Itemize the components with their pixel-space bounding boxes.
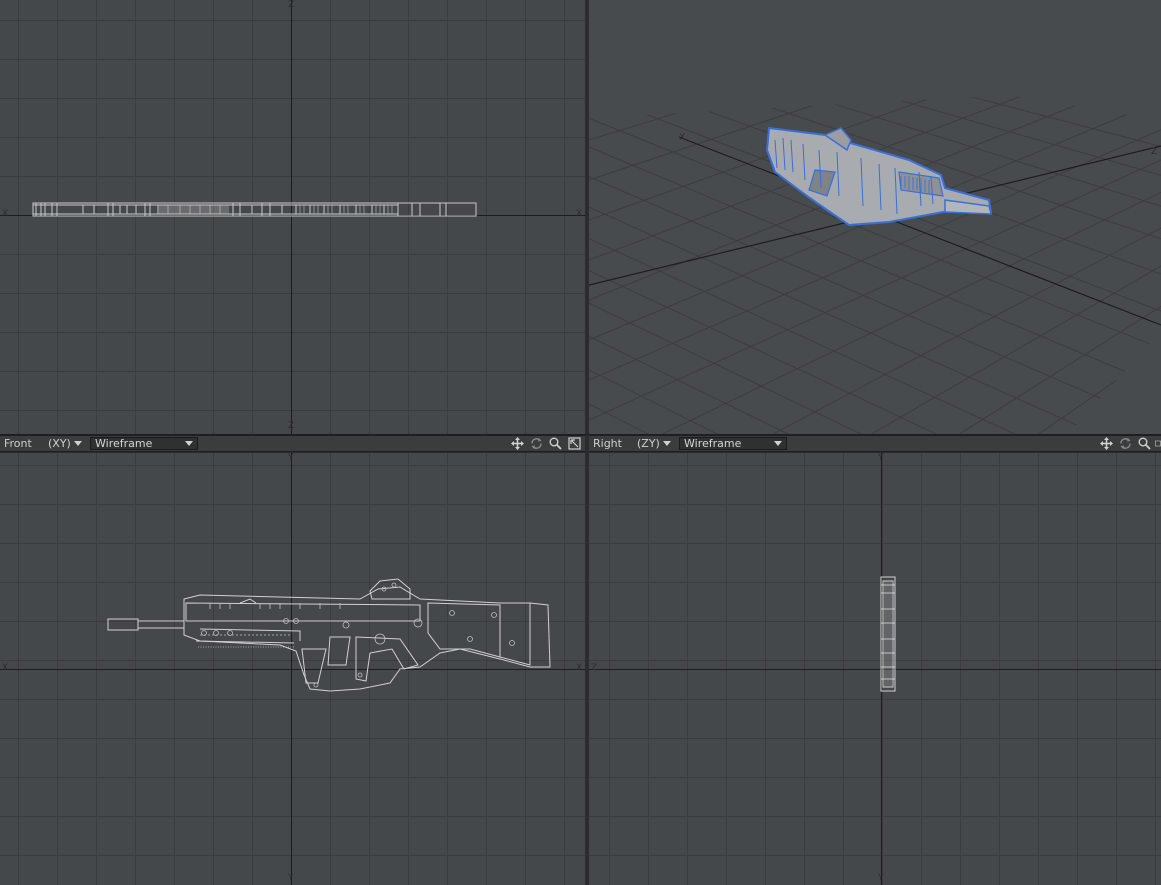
model-top-wireframe xyxy=(32,202,477,217)
axis-label-z: Z xyxy=(1151,147,1157,157)
render-mode-dropdown[interactable]: Wireframe xyxy=(679,437,787,450)
view-axis-dropdown[interactable]: (ZY) xyxy=(637,437,673,450)
zoom-icon[interactable] xyxy=(1136,436,1153,451)
chevron-down-icon xyxy=(73,441,82,446)
viewport-perspective[interactable]: X Z xyxy=(589,0,1161,434)
move-icon[interactable] xyxy=(1098,436,1115,451)
model-front-wireframe xyxy=(107,578,551,692)
view-type-label[interactable]: Right xyxy=(589,437,637,450)
maximize-icon[interactable] xyxy=(1155,436,1161,451)
front-viewport-toolbar: Front (XY) Wireframe xyxy=(0,435,585,452)
view-axis-dropdown[interactable]: (XY) xyxy=(48,437,84,450)
render-mode-dropdown[interactable]: Wireframe xyxy=(90,437,198,450)
viewport-top[interactable]: Z X X Z xyxy=(0,0,585,434)
axis-label-x: X xyxy=(679,133,685,143)
rotate-icon[interactable] xyxy=(528,436,545,451)
rotate-icon[interactable] xyxy=(1117,436,1134,451)
perspective-grid: X Z xyxy=(589,95,1161,434)
chevron-down-icon xyxy=(774,441,782,446)
model-right-wireframe xyxy=(880,576,896,692)
right-viewport-toolbar: Right (ZY) Wireframe xyxy=(589,435,1161,452)
chevron-down-icon xyxy=(185,441,193,446)
chevron-down-icon xyxy=(662,441,671,446)
render-mode-label: Wireframe xyxy=(684,437,742,450)
view-axis-label: (XY) xyxy=(48,437,71,450)
render-mode-label: Wireframe xyxy=(95,437,153,450)
viewport-front[interactable]: Y X X Y xyxy=(0,453,585,885)
move-icon[interactable] xyxy=(509,436,526,451)
maximize-icon[interactable] xyxy=(566,436,583,451)
viewport-right[interactable]: Y Z Y xyxy=(589,453,1161,885)
zoom-icon[interactable] xyxy=(547,436,564,451)
view-axis-label: (ZY) xyxy=(637,437,660,450)
view-type-label[interactable]: Front xyxy=(0,437,48,450)
